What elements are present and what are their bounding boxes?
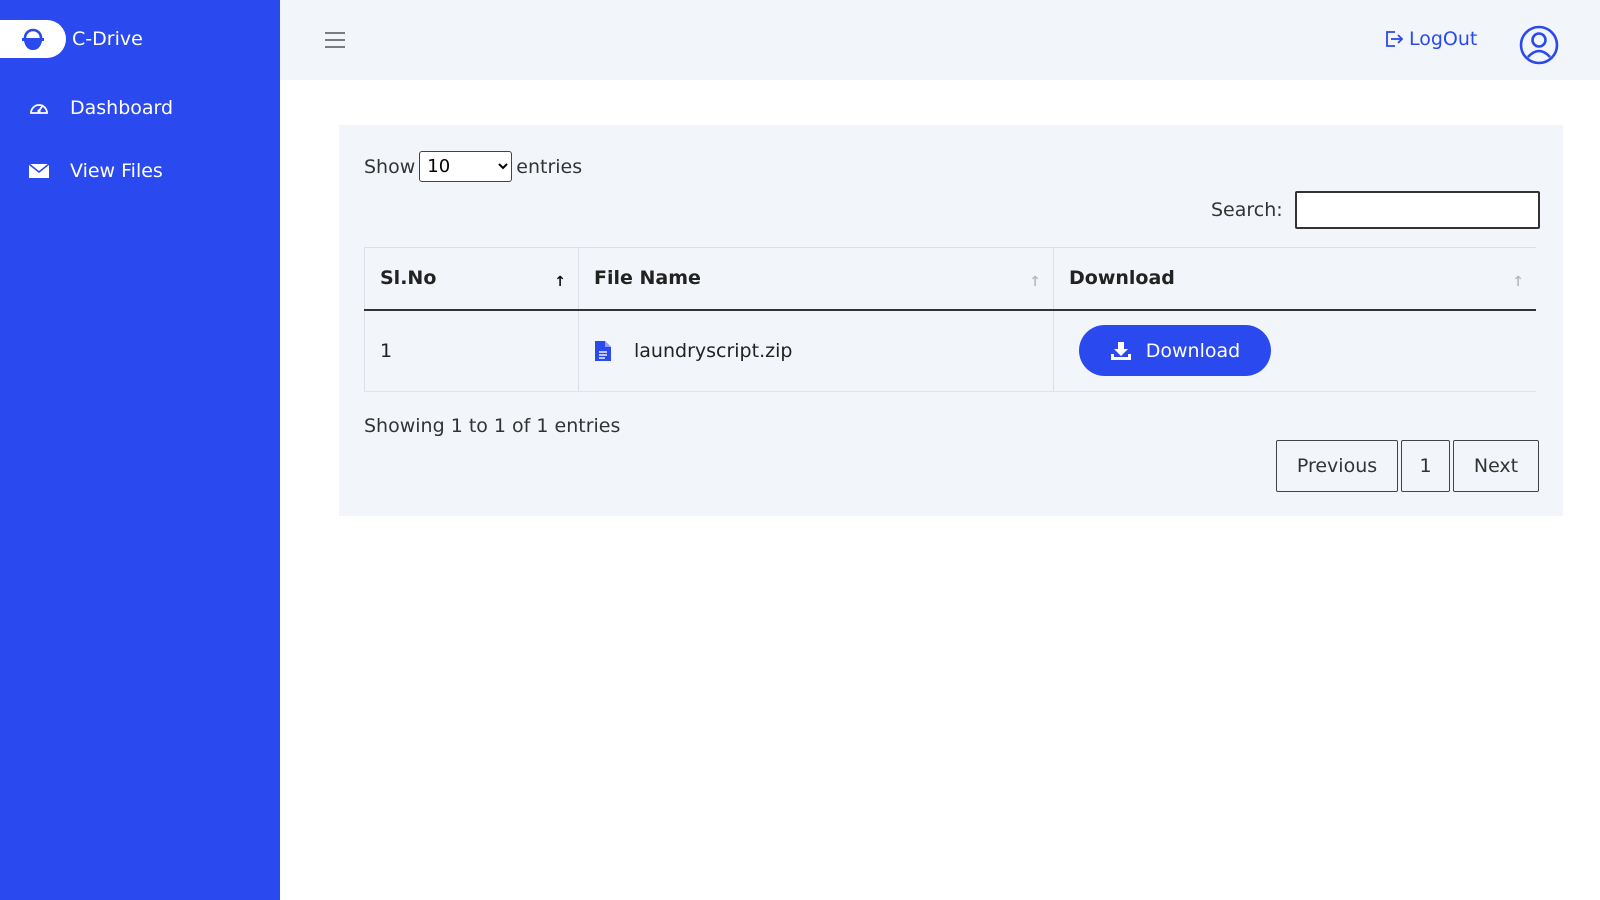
hamburger-icon[interactable]	[323, 28, 347, 52]
top-header: LogOut	[280, 0, 1600, 80]
brand-logo	[0, 20, 66, 58]
sort-icon: ↑	[1029, 274, 1041, 290]
basket-logo-icon	[22, 28, 44, 50]
column-header-label: Sl.No	[380, 267, 437, 290]
sidebar-item-label: View Files	[70, 160, 163, 182]
speedometer-icon	[30, 104, 48, 114]
sort-icon: ↑	[1512, 274, 1524, 290]
file-name[interactable]: laundryscript.zip	[634, 340, 792, 362]
column-header-label: Download	[1069, 267, 1175, 290]
cell-file-name: laundryscript.zip	[578, 309, 1054, 392]
download-button-label: Download	[1145, 339, 1241, 362]
cell-download: Download	[1053, 309, 1536, 392]
entries-label: entries	[516, 155, 583, 178]
search-label: Search:	[1211, 199, 1283, 221]
column-header-download[interactable]: Download ↑	[1053, 247, 1536, 311]
table-info: Showing 1 to 1 of 1 entries	[364, 415, 621, 437]
page-length-select[interactable]: 10	[419, 151, 513, 182]
brand-name: C-Drive	[72, 28, 143, 50]
files-card: Show 10 entries Search: Sl.No ↑ File Nam…	[339, 125, 1563, 516]
brand[interactable]: C-Drive	[0, 20, 143, 58]
page-1-button[interactable]: 1	[1401, 440, 1450, 492]
table-row: 1 laundryscript.zip Download	[364, 309, 1536, 392]
next-page-button[interactable]: Next	[1453, 440, 1539, 492]
download-icon	[1110, 341, 1131, 360]
file-document-icon	[595, 340, 611, 361]
user-circle-icon[interactable]	[1519, 25, 1559, 65]
logout-icon	[1386, 31, 1404, 47]
search-control: Search:	[1211, 191, 1540, 229]
logout-link[interactable]: LogOut	[1383, 28, 1477, 50]
sort-ascending-icon: ↑	[554, 274, 566, 290]
files-table: Sl.No ↑ File Name ↑ Download ↑ 1 laundry…	[364, 247, 1536, 392]
cell-sl-no: 1	[364, 309, 579, 392]
page-length-control: Show 10 entries	[364, 151, 582, 182]
pagination: Previous 1 Next	[1276, 440, 1539, 492]
envelope-icon	[28, 163, 50, 178]
sidebar: C-Drive Dashboard View Files	[0, 0, 280, 900]
table-header-row: Sl.No ↑ File Name ↑ Download ↑	[364, 247, 1536, 311]
logout-label: LogOut	[1409, 28, 1478, 50]
download-button[interactable]: Download	[1079, 325, 1271, 377]
column-header-file-name[interactable]: File Name ↑	[578, 247, 1054, 311]
show-label: Show	[364, 155, 416, 178]
previous-page-button[interactable]: Previous	[1276, 440, 1398, 492]
search-input[interactable]	[1294, 191, 1540, 229]
column-header-label: File Name	[594, 267, 701, 290]
sidebar-item-view-files[interactable]: View Files	[28, 160, 163, 182]
sidebar-item-label: Dashboard	[70, 97, 174, 119]
sidebar-item-dashboard[interactable]: Dashboard	[28, 97, 173, 119]
column-header-sl-no[interactable]: Sl.No ↑	[364, 247, 579, 311]
